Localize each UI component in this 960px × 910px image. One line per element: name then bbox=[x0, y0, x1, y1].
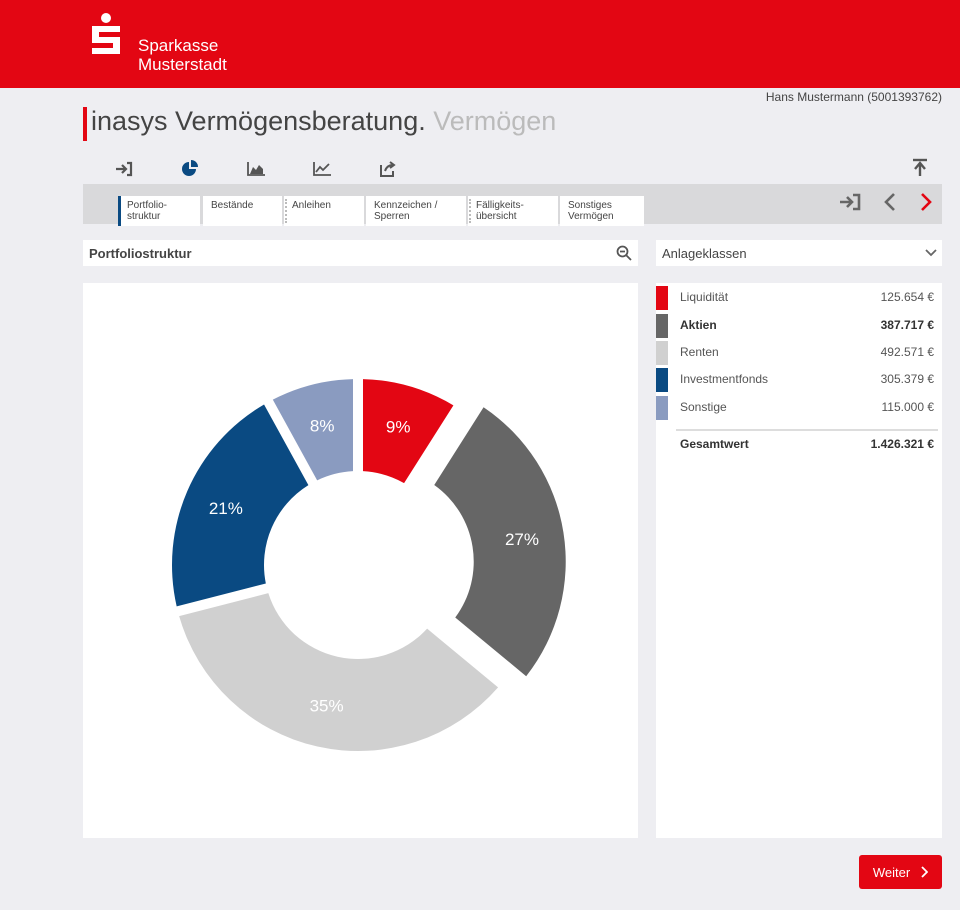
tab-line[interactable] bbox=[290, 152, 354, 188]
tab-login[interactable] bbox=[92, 152, 156, 188]
tab-portfolio[interactable] bbox=[158, 152, 222, 188]
upload-icon bbox=[913, 158, 927, 176]
category-select-value: Anlageklassen bbox=[662, 245, 747, 261]
slice-label: 35% bbox=[310, 697, 344, 716]
sign-in-icon bbox=[840, 193, 861, 211]
zoom-icon[interactable] bbox=[616, 245, 632, 261]
chevron-right-icon bbox=[921, 193, 932, 211]
page-title: inasys Vermögensberatung. Vermögen bbox=[91, 106, 557, 136]
tab-area[interactable] bbox=[224, 152, 288, 188]
donut-chart-svg: 9% 27% 35% 21% 8% bbox=[172, 379, 566, 751]
legend-swatch bbox=[656, 286, 668, 310]
legend-swatch bbox=[656, 314, 668, 338]
panel-title: Portfoliostruktur bbox=[89, 245, 192, 261]
chevron-left-icon bbox=[884, 193, 895, 211]
donut-chart: 9% 27% 35% 21% 8% bbox=[83, 283, 638, 838]
subtab-kennzeichen[interactable]: Kennzeichen / Sperren bbox=[366, 196, 466, 226]
app-header: Sparkasse Musterstadt bbox=[0, 0, 960, 88]
legend-swatch bbox=[656, 341, 668, 365]
chevron-down-icon bbox=[925, 249, 937, 257]
subtab-sonstiges[interactable]: Sonstiges Vermögen bbox=[560, 196, 644, 226]
area-chart-icon bbox=[247, 161, 265, 176]
legend-total: Gesamtwert 1.426.321 € bbox=[680, 437, 934, 451]
subtab-anleihen[interactable]: Anleihen bbox=[284, 196, 364, 226]
login-nav-button[interactable] bbox=[836, 188, 864, 216]
slice-label: 8% bbox=[310, 417, 335, 436]
legend-swatch bbox=[656, 396, 668, 420]
legend-item-investmentfonds: Investmentfonds 305.379 € bbox=[656, 368, 942, 392]
title-accent bbox=[83, 107, 87, 141]
subtab-portfoliostruktur[interactable]: Portfolio-struktur bbox=[118, 196, 200, 226]
icon-tab-bar bbox=[92, 152, 422, 188]
next-button[interactable] bbox=[912, 188, 940, 216]
slice-renten[interactable] bbox=[179, 593, 499, 751]
subtab-faelligkeit[interactable]: Fälligkeits-übersicht bbox=[468, 196, 558, 226]
slice-label: 27% bbox=[505, 530, 539, 549]
weiter-label: Weiter bbox=[872, 864, 911, 880]
legend-item-aktien: Aktien 387.717 € bbox=[656, 314, 942, 338]
legend-swatch bbox=[656, 368, 668, 392]
legend-item-liquiditaet: Liquidität 125.654 € bbox=[656, 286, 942, 310]
total-divider bbox=[676, 429, 938, 431]
sign-in-icon bbox=[116, 161, 133, 176]
legend-item-renten: Renten 492.571 € bbox=[656, 341, 942, 365]
upload-button[interactable] bbox=[906, 154, 934, 182]
weiter-button[interactable]: Weiter bbox=[859, 855, 942, 889]
brand-name: Sparkasse Musterstadt bbox=[138, 36, 227, 74]
previous-button[interactable] bbox=[876, 188, 904, 216]
slice-aktien[interactable] bbox=[434, 407, 566, 677]
slice-label: 21% bbox=[209, 499, 243, 518]
chevron-right-icon bbox=[921, 866, 929, 878]
pie-chart-icon bbox=[182, 159, 198, 176]
line-chart-icon bbox=[313, 161, 331, 176]
slice-label: 9% bbox=[386, 418, 411, 437]
sparkasse-logo-icon bbox=[92, 13, 120, 54]
legend-panel: Liquidität 125.654 € Aktien 387.717 € Re… bbox=[656, 283, 942, 838]
tab-export[interactable] bbox=[356, 152, 420, 188]
subtab-bestaende[interactable]: Bestände bbox=[203, 196, 282, 226]
share-icon bbox=[380, 160, 396, 177]
portfolio-panel-header: Portfoliostruktur bbox=[83, 240, 638, 266]
legend-item-sonstige: Sonstige 115.000 € bbox=[656, 396, 942, 420]
user-info: Hans Mustermann (5001393762) bbox=[765, 90, 942, 104]
category-select[interactable]: Anlageklassen bbox=[656, 240, 942, 266]
